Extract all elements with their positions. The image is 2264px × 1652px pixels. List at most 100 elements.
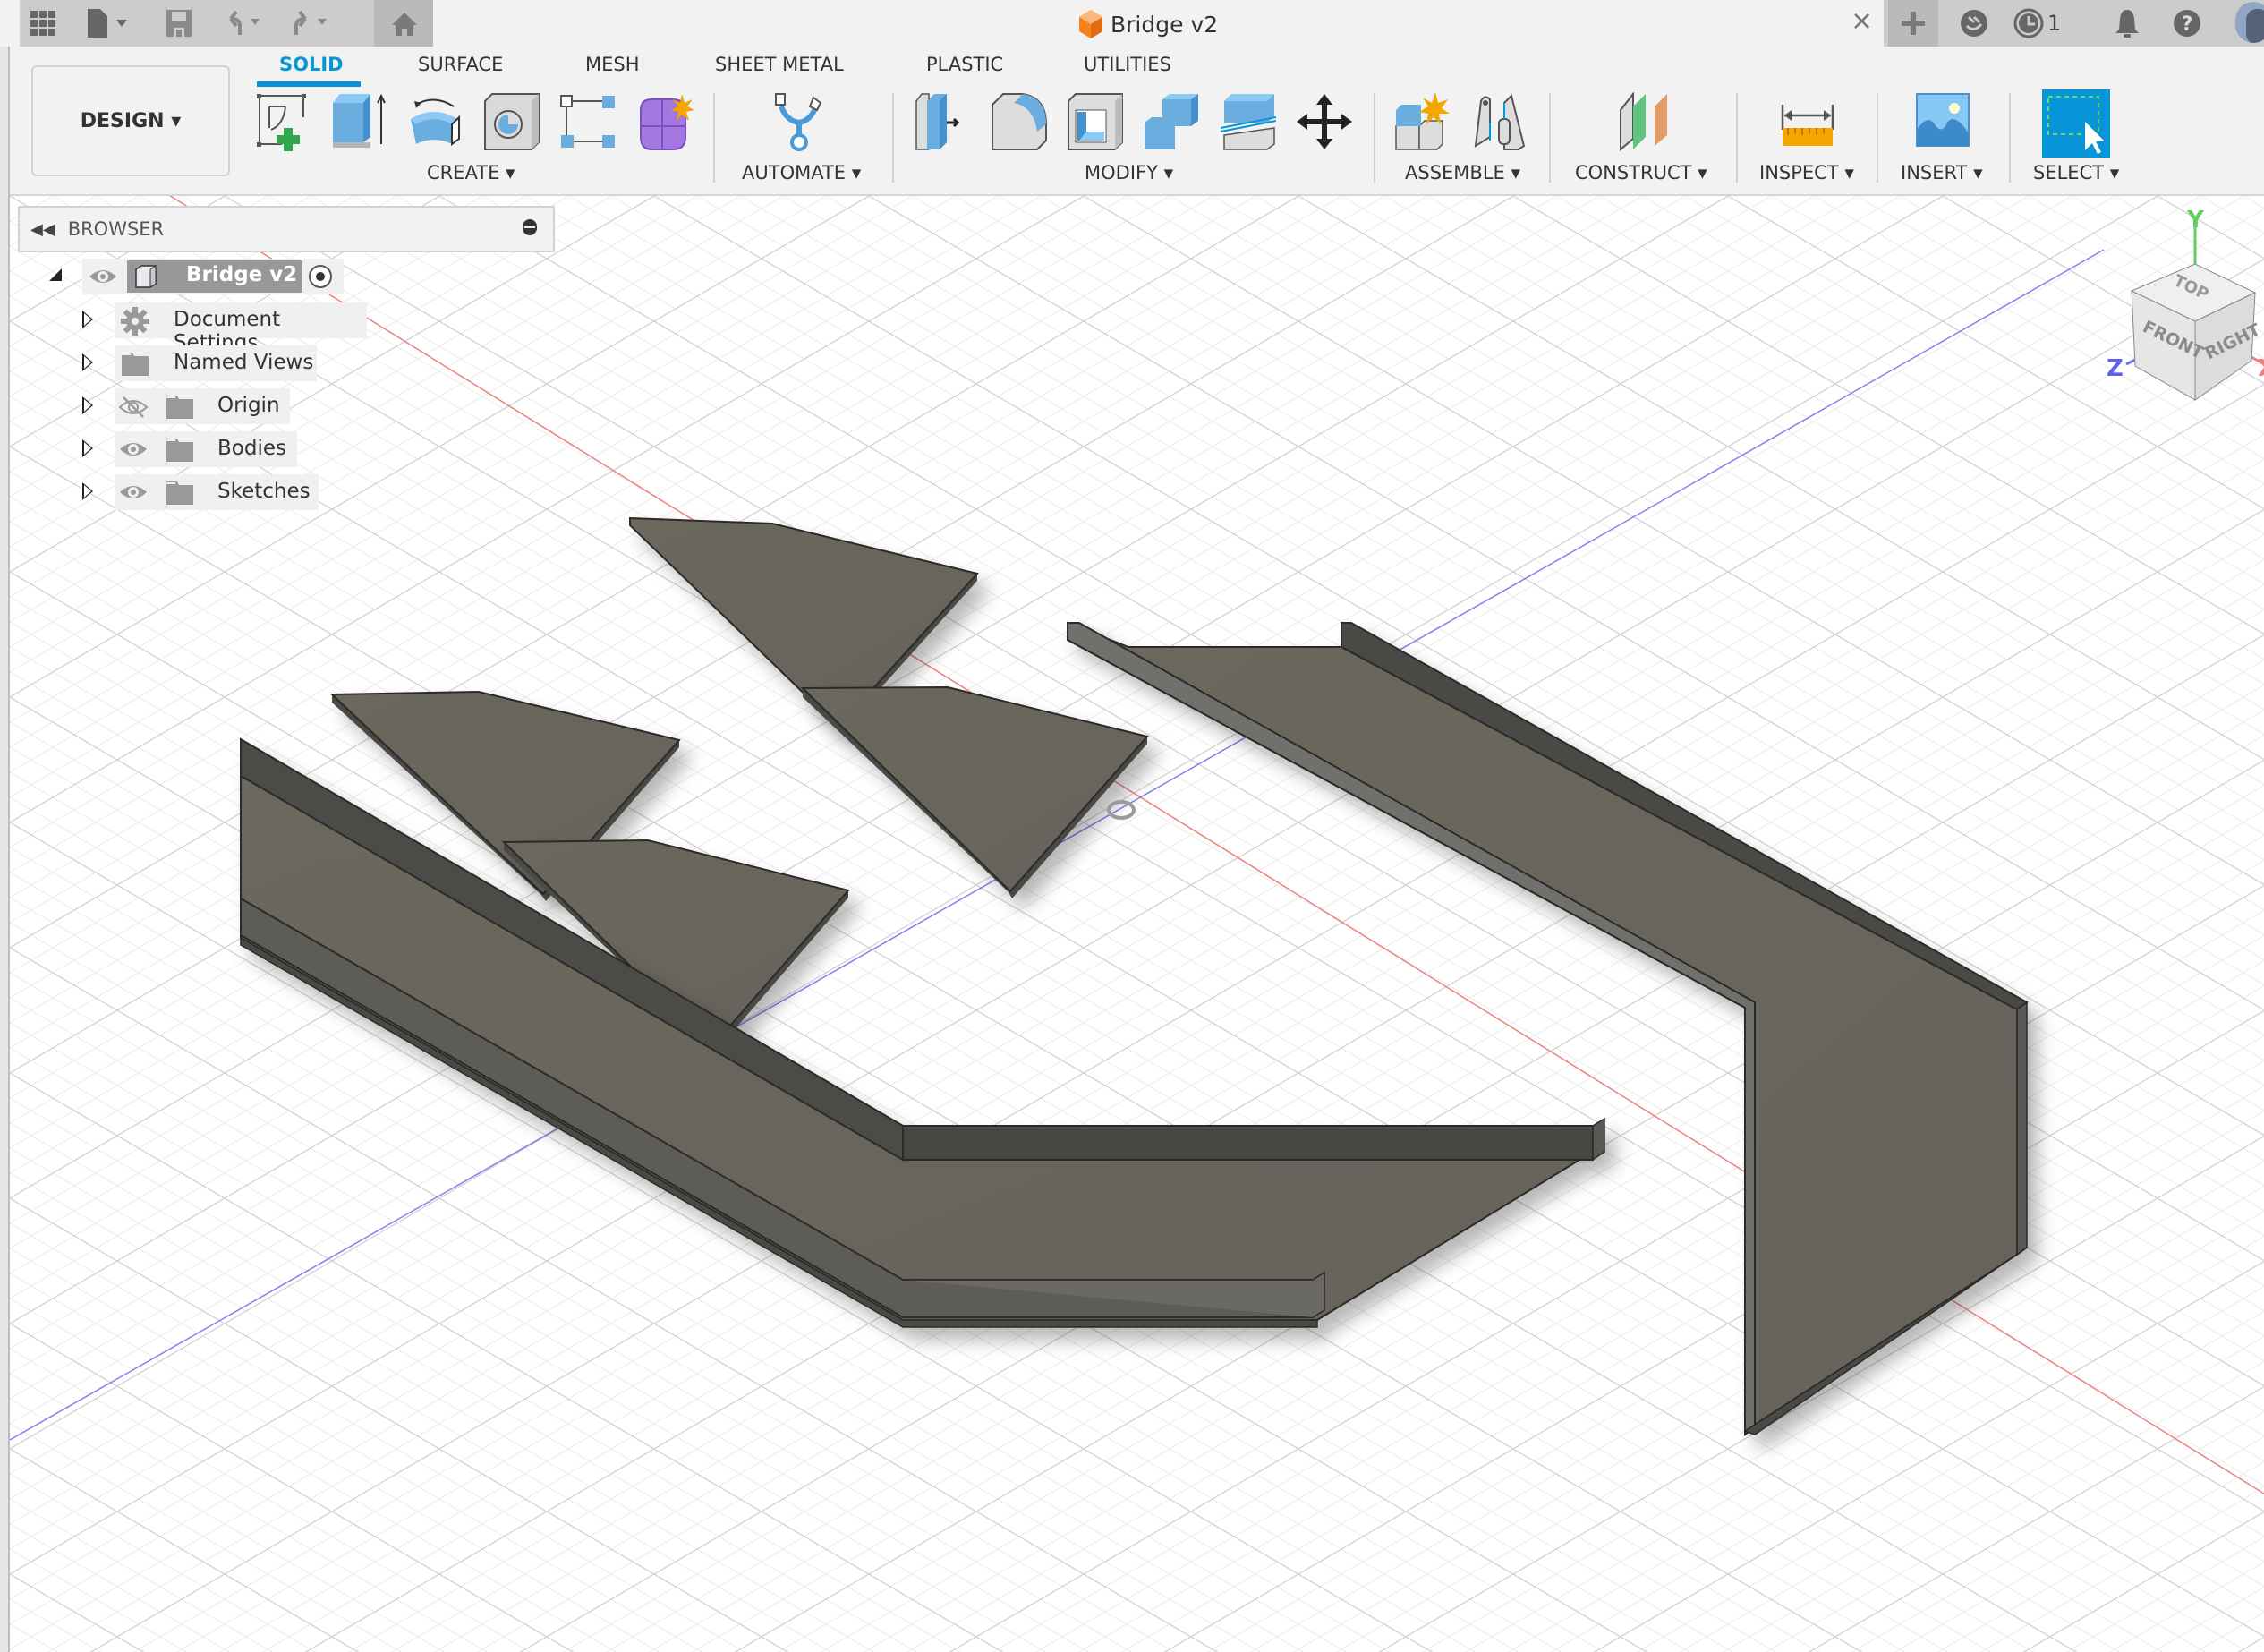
new-tab-button[interactable] (1888, 0, 1938, 47)
browser-item-sketches[interactable]: Sketches (115, 474, 319, 510)
split-body-button[interactable] (1219, 92, 1278, 151)
home-button[interactable] (374, 0, 433, 47)
home-icon (392, 13, 417, 36)
browser-item-named-views[interactable]: Named Views (115, 345, 317, 381)
document-tab[interactable]: Bridge v2 (1078, 9, 1218, 39)
expand-toggle[interactable] (82, 353, 93, 371)
create-menu[interactable]: CREATE ▾ (427, 162, 515, 183)
activate-radio-icon[interactable] (308, 264, 333, 289)
press-pull-button[interactable] (915, 92, 974, 151)
shell-button[interactable] (1067, 92, 1126, 151)
joint-icon (1474, 94, 1526, 150)
browser-header: ◀◀ BROWSER (18, 206, 555, 252)
eye-icon[interactable] (88, 266, 118, 287)
browser-title: BROWSER (67, 218, 165, 240)
tab-sheet-metal[interactable]: SHEET METAL (715, 54, 844, 75)
collapse-root-toggle[interactable] (49, 268, 62, 281)
browser-pin-icon[interactable] (523, 219, 537, 235)
expand-toggle[interactable] (82, 439, 93, 457)
create-form-button[interactable] (637, 92, 696, 151)
eye-icon[interactable] (118, 481, 149, 503)
insert-image-icon (1916, 93, 1970, 147)
select-menu[interactable]: SELECT ▾ (2033, 162, 2119, 183)
browser-root-item[interactable]: Bridge v2 (82, 259, 344, 294)
browser-item-origin[interactable]: Origin (115, 388, 290, 424)
svg-text:?: ? (2182, 13, 2193, 36)
file-menu-button[interactable] (82, 5, 136, 41)
revolve-button[interactable] (407, 92, 466, 151)
combine-button[interactable] (1143, 92, 1202, 151)
redo-button[interactable] (291, 5, 345, 41)
create-sketch-button[interactable] (255, 92, 314, 151)
hole-icon (484, 93, 540, 150)
bell-icon (2115, 10, 2139, 38)
tab-surface[interactable]: SURFACE (418, 54, 503, 75)
measure-button[interactable] (1779, 92, 1838, 151)
select-button[interactable] (2042, 89, 2110, 158)
eye-hidden-icon[interactable] (118, 396, 149, 419)
viewport-scene[interactable] (10, 196, 2264, 1652)
view-cube[interactable]: TOP FRONT RIGHT Y Z X (2072, 207, 2264, 411)
collapse-browser-icon[interactable]: ◀◀ (30, 220, 55, 239)
toolbar-separator (2009, 93, 2011, 183)
expand-toggle[interactable] (82, 482, 93, 500)
combine-icon (1145, 94, 1198, 149)
split-body-icon (1220, 94, 1277, 150)
job-status-button[interactable]: 1 (2013, 5, 2076, 41)
insert-menu[interactable]: INSERT ▾ (1901, 162, 1983, 183)
fillet-button[interactable] (991, 92, 1050, 151)
modify-menu[interactable]: MODIFY ▾ (1085, 162, 1173, 183)
toolbar-separator (1736, 93, 1738, 183)
extrude-button[interactable] (331, 92, 390, 151)
fillet-icon (992, 93, 1047, 150)
browser-item-bodies[interactable]: Bodies (115, 431, 297, 467)
new-component-button[interactable] (1394, 92, 1453, 151)
offset-plane-button[interactable] (1615, 91, 1674, 152)
3d-viewport[interactable]: TOP FRONT RIGHT Y Z X (10, 196, 2264, 1652)
left-edge (0, 47, 10, 1652)
file-icon (88, 9, 127, 38)
automate-button[interactable] (774, 92, 833, 151)
eye-icon[interactable] (118, 439, 149, 460)
item-label: Named Views (174, 351, 314, 374)
move-icon (1297, 94, 1352, 149)
tab-utilities[interactable]: UTILITIES (1084, 54, 1171, 75)
toolbar-separator (713, 93, 715, 183)
automate-menu[interactable]: AUTOMATE ▾ (742, 162, 861, 183)
profile-avatar[interactable] (2235, 2, 2264, 43)
folder-icon (122, 353, 149, 376)
joint-button[interactable] (1472, 92, 1531, 151)
assemble-menu[interactable]: ASSEMBLE ▾ (1405, 162, 1520, 183)
measure-icon (1781, 105, 1834, 146)
view-cube-graphic[interactable] (2072, 214, 2264, 411)
expand-toggle[interactable] (82, 311, 93, 328)
component-icon (135, 265, 157, 288)
tab-solid[interactable]: SOLID (279, 54, 344, 75)
save-button[interactable] (161, 5, 197, 41)
help-button[interactable]: ? (2169, 5, 2205, 41)
x-axis-label: X (2258, 355, 2264, 382)
root-label: Bridge v2 (186, 263, 298, 286)
expand-toggle[interactable] (82, 396, 93, 414)
job-status-count: 1 (2047, 11, 2062, 36)
extensions-button[interactable] (1956, 5, 1992, 41)
workspace-switcher[interactable]: DESIGN ▾ (31, 65, 230, 176)
tab-plastic[interactable]: PLASTIC (926, 54, 1003, 75)
hole-button[interactable] (483, 92, 542, 151)
undo-button[interactable] (224, 5, 277, 41)
browser-item-document-settings[interactable]: Document Settings (115, 302, 367, 354)
inspect-menu[interactable]: INSPECT ▾ (1759, 162, 1854, 183)
active-tab-indicator (257, 81, 361, 87)
toolbar-separator (1374, 93, 1375, 183)
close-tab-button[interactable]: × (1851, 5, 1873, 37)
pattern-button[interactable] (559, 92, 618, 151)
notifications-button[interactable] (2109, 5, 2145, 41)
extrude-icon (333, 93, 386, 148)
insert-image-button[interactable] (1915, 92, 1974, 151)
move-copy-button[interactable] (1295, 92, 1354, 151)
app-grid-button[interactable] (25, 5, 61, 41)
new-component-icon (1395, 92, 1450, 150)
construct-menu[interactable]: CONSTRUCT ▾ (1575, 162, 1707, 183)
tab-mesh[interactable]: MESH (585, 54, 640, 75)
item-label: Bodies (217, 437, 286, 460)
